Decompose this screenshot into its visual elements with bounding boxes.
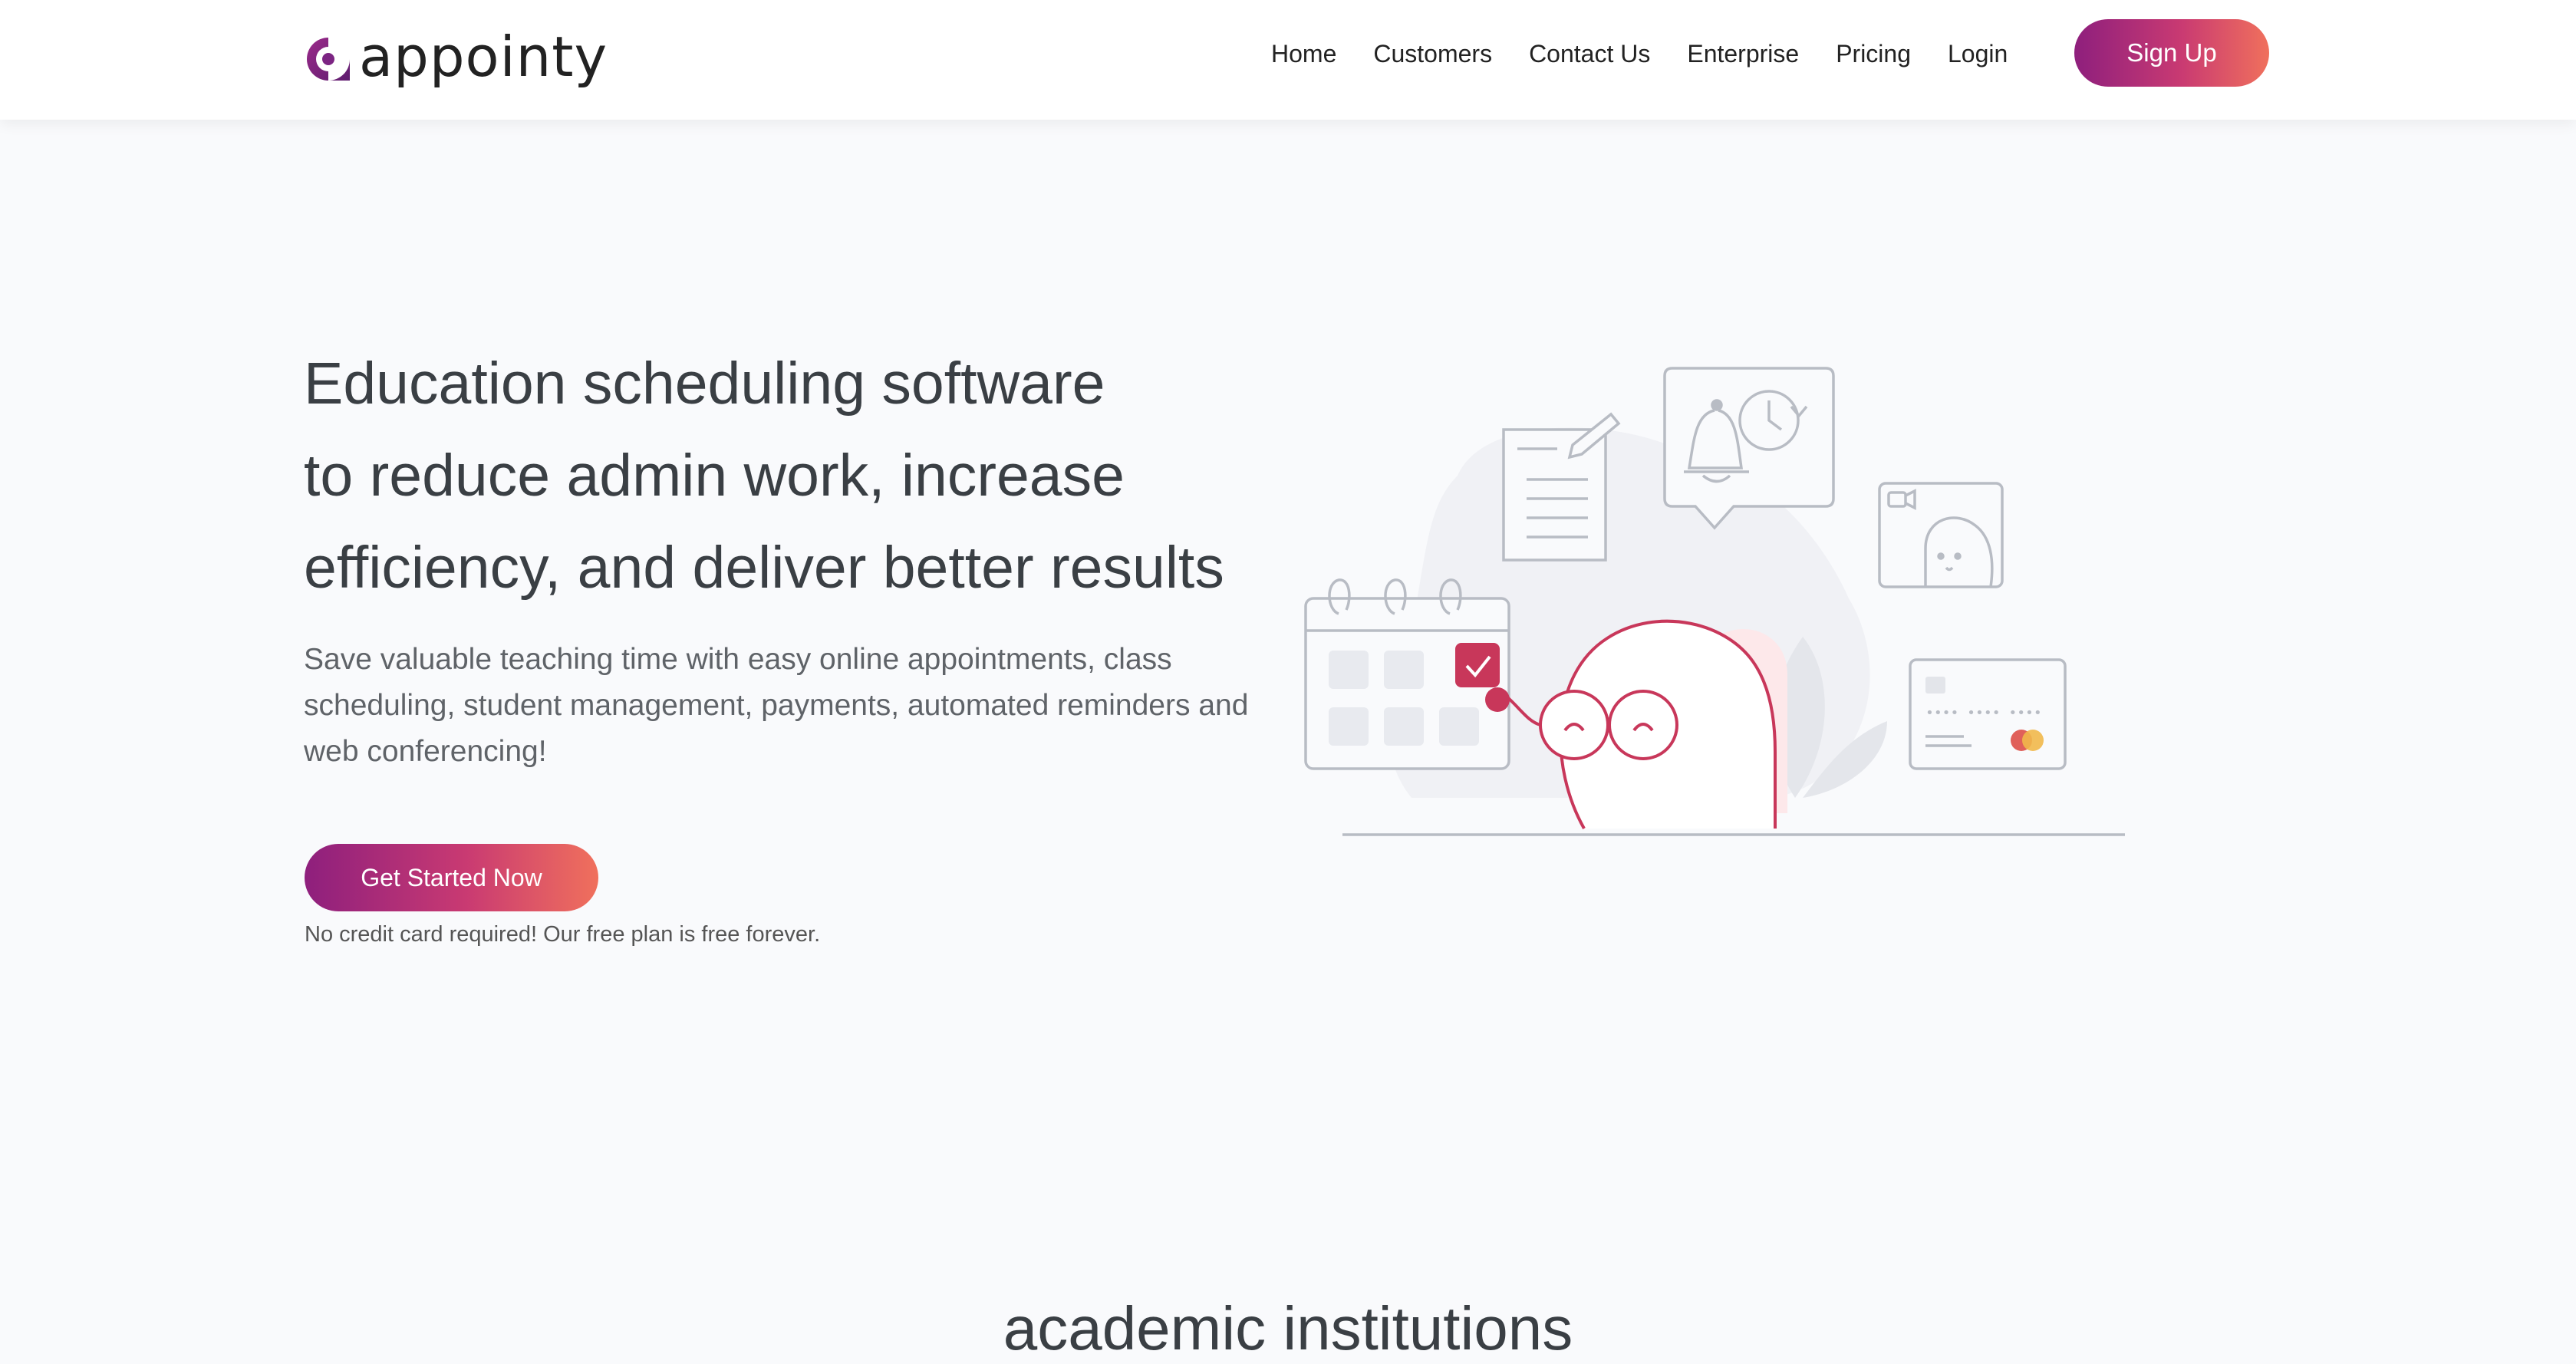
credit-card-icon: •••• •••• •••• bbox=[1909, 658, 2067, 770]
nav-contact-us[interactable]: Contact Us bbox=[1529, 40, 1650, 68]
nav-customers[interactable]: Customers bbox=[1373, 40, 1492, 68]
headline-line-2: to reduce admin work, increase bbox=[304, 443, 1125, 509]
notification-bell-clock-icon bbox=[1663, 367, 1835, 530]
document-pencil-icon bbox=[1502, 412, 1621, 562]
hero-subtext: Save valuable teaching time with easy on… bbox=[304, 643, 1249, 768]
section-title: academic institutions bbox=[1003, 1294, 1573, 1363]
no-credit-card-note: No credit card required! Our free plan i… bbox=[305, 922, 821, 947]
nav-pricing[interactable]: Pricing bbox=[1836, 40, 1911, 68]
nav-enterprise[interactable]: Enterprise bbox=[1687, 40, 1799, 68]
logo-mark-icon bbox=[307, 38, 350, 81]
sign-up-button[interactable]: Sign Up bbox=[2074, 19, 2269, 87]
logo-text: appointy bbox=[359, 25, 608, 89]
video-call-card-icon bbox=[1878, 482, 2004, 588]
svg-text:•••• •••• ••••: •••• •••• •••• bbox=[1925, 705, 2042, 721]
hero-headline: Education scheduling software to reduce … bbox=[304, 338, 1316, 614]
appointy-logo[interactable]: appointy bbox=[304, 29, 608, 84]
nav-login[interactable]: Login bbox=[1948, 40, 2008, 68]
nav-home[interactable]: Home bbox=[1271, 40, 1336, 68]
headline-line-1: Education scheduling software bbox=[304, 351, 1105, 417]
get-started-button[interactable]: Get Started Now bbox=[305, 844, 598, 911]
headline-line-3: efficiency, and deliver better results bbox=[304, 535, 1224, 601]
top-navbar: appointy Home Customers Contact Us Enter… bbox=[0, 0, 2576, 120]
hero-illustration: •••• •••• •••• bbox=[1304, 367, 2125, 836]
main-nav: Home Customers Contact Us Enterprise Pri… bbox=[1271, 37, 2008, 71]
